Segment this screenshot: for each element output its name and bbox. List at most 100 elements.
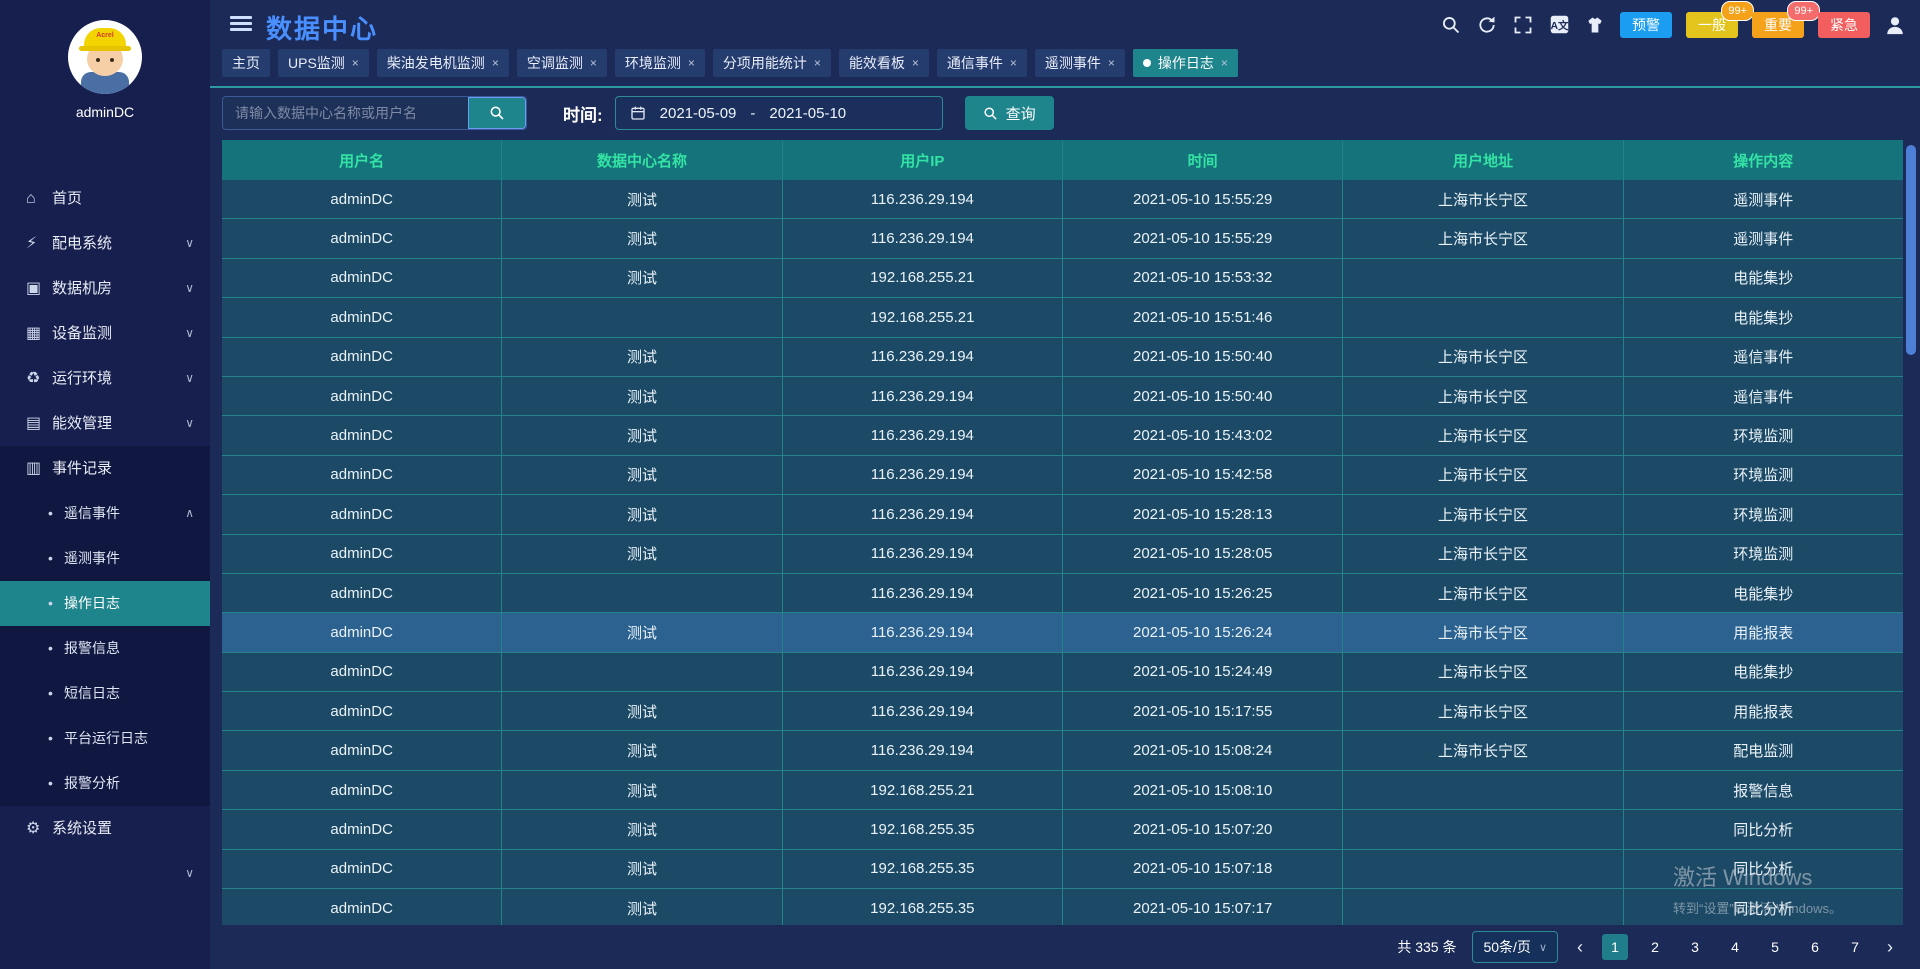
tab-柴油发电机监测[interactable]: 柴油发电机监测× — [377, 49, 509, 77]
page-button-1[interactable]: 1 — [1602, 934, 1628, 960]
next-page-button[interactable]: › — [1878, 937, 1902, 958]
table-cell: 测试 — [502, 416, 782, 454]
page-button-2[interactable]: 2 — [1642, 934, 1668, 960]
submenu-item-遥测事件[interactable]: •遥测事件 — [0, 536, 210, 581]
table-cell: 2021-05-10 15:07:17 — [1063, 889, 1343, 925]
sidebar-item-事件记录[interactable]: ▥事件记录∧ — [0, 446, 210, 491]
submenu-item-报警信息[interactable]: •报警信息 — [0, 626, 210, 671]
submenu-item-报警分析[interactable]: •报警分析 — [0, 761, 210, 806]
close-tab-icon[interactable]: × — [688, 49, 695, 77]
count-pill: 99+ — [1721, 1, 1754, 21]
table-row[interactable]: adminDC测试116.236.29.1942021-05-10 15:28:… — [222, 495, 1903, 534]
search-icon[interactable] — [1440, 14, 1462, 36]
search-input[interactable] — [223, 97, 468, 129]
table-row[interactable]: adminDC测试116.236.29.1942021-05-10 15:17:… — [222, 692, 1903, 731]
table-cell: adminDC — [222, 456, 502, 494]
table-row[interactable]: adminDC测试116.236.29.1942021-05-10 15:50:… — [222, 377, 1903, 416]
table-row[interactable]: adminDC测试192.168.255.352021-05-10 15:07:… — [222, 889, 1903, 925]
sidebar-item-配电系统[interactable]: ⚡配电系统∨ — [0, 221, 210, 266]
alert-badge-important[interactable]: 重要99+ — [1752, 12, 1804, 38]
table-row[interactable]: adminDC测试192.168.255.212021-05-10 15:53:… — [222, 259, 1903, 298]
collapse-menu-icon[interactable] — [230, 16, 252, 32]
page-button-5[interactable]: 5 — [1762, 934, 1788, 960]
sidebar-item-首页[interactable]: ⌂首页∨ — [0, 176, 210, 221]
sidebar-item-label: 系统设置 — [52, 820, 112, 837]
tab-主页[interactable]: 主页 — [222, 49, 270, 77]
table-cell: 2021-05-10 15:26:25 — [1063, 574, 1343, 612]
alert-badge-general[interactable]: 一般99+ — [1686, 12, 1738, 38]
table-cell: 电能集抄 — [1624, 653, 1903, 691]
table-row[interactable]: adminDC116.236.29.1942021-05-10 15:24:49… — [222, 653, 1903, 692]
tab-操作日志[interactable]: 操作日志× — [1133, 49, 1238, 77]
close-tab-icon[interactable]: × — [1010, 49, 1017, 77]
user-icon[interactable] — [1884, 14, 1906, 36]
tab-UPS监测[interactable]: UPS监测× — [278, 49, 369, 77]
table-cell: 116.236.29.194 — [783, 692, 1063, 730]
submenu-item-操作日志[interactable]: •操作日志 — [0, 581, 210, 626]
page-button-3[interactable]: 3 — [1682, 934, 1708, 960]
submenu-item-平台运行日志[interactable]: •平台运行日志 — [0, 716, 210, 761]
table-row[interactable]: adminDC测试116.236.29.1942021-05-10 15:08:… — [222, 731, 1903, 770]
close-tab-icon[interactable]: × — [352, 49, 359, 77]
tab-空调监测[interactable]: 空调监测× — [517, 49, 607, 77]
tab-分项用能统计[interactable]: 分项用能统计× — [713, 49, 831, 77]
table-cell — [1343, 771, 1623, 809]
tab-环境监测[interactable]: 环境监测× — [615, 49, 705, 77]
sidebar-item-系统设置[interactable]: ⚙系统设置∨ — [0, 806, 210, 851]
sidebar-item-数据机房[interactable]: ▣数据机房∨ — [0, 266, 210, 311]
table-cell: 上海市长宁区 — [1343, 731, 1623, 769]
page-button-7[interactable]: 7 — [1842, 934, 1868, 960]
table-row[interactable]: adminDC测试192.168.255.212021-05-10 15:08:… — [222, 771, 1903, 810]
table-row[interactable]: adminDC测试116.236.29.1942021-05-10 15:26:… — [222, 613, 1903, 652]
table-row[interactable]: adminDC测试192.168.255.352021-05-10 15:07:… — [222, 850, 1903, 889]
search-submit-button[interactable] — [468, 97, 526, 129]
theme-icon[interactable] — [1584, 14, 1606, 36]
table-row[interactable]: adminDC测试116.236.29.1942021-05-10 15:42:… — [222, 456, 1903, 495]
scrollbar-thumb[interactable] — [1906, 145, 1916, 355]
column-header-用户IP: 用户IP — [783, 140, 1063, 180]
table-row[interactable]: adminDC测试192.168.255.352021-05-10 15:07:… — [222, 810, 1903, 849]
close-tab-icon[interactable]: × — [814, 49, 821, 77]
table-row[interactable]: adminDC测试116.236.29.1942021-05-10 15:28:… — [222, 535, 1903, 574]
tab-通信事件[interactable]: 通信事件× — [937, 49, 1027, 77]
column-header-用户名: 用户名 — [222, 140, 502, 180]
close-tab-icon[interactable]: × — [590, 49, 597, 77]
fullscreen-icon[interactable] — [1512, 14, 1534, 36]
sidebar-item-能效管理[interactable]: ▤能效管理∨ — [0, 401, 210, 446]
translate-icon[interactable]: A文 — [1548, 14, 1570, 36]
date-range-picker[interactable]: 2021-05-09 - 2021-05-10 — [615, 96, 943, 130]
tab-遥测事件[interactable]: 遥测事件× — [1035, 49, 1125, 77]
table-cell: 2021-05-10 15:55:29 — [1063, 219, 1343, 257]
submenu-item-遥信事件[interactable]: •遥信事件 — [0, 491, 210, 536]
submenu-item-短信日志[interactable]: •短信日志 — [0, 671, 210, 716]
server-room-icon: ▣ — [26, 266, 52, 311]
vertical-scrollbar[interactable] — [1906, 140, 1918, 925]
prev-page-button[interactable]: ‹ — [1568, 937, 1592, 958]
refresh-icon[interactable] — [1476, 14, 1498, 36]
table-row[interactable]: adminDC116.236.29.1942021-05-10 15:26:25… — [222, 574, 1903, 613]
close-tab-icon[interactable]: × — [1108, 49, 1115, 77]
sidebar-item-设备监测[interactable]: ▦设备监测∨ — [0, 311, 210, 356]
device-monitor-icon: ▦ — [26, 311, 52, 356]
page-button-6[interactable]: 6 — [1802, 934, 1828, 960]
table-row[interactable]: adminDC测试116.236.29.1942021-05-10 15:55:… — [222, 219, 1903, 258]
table-row[interactable]: adminDC测试116.236.29.1942021-05-10 15:50:… — [222, 338, 1903, 377]
tab-label: 主页 — [232, 49, 260, 77]
table-row[interactable]: adminDC测试116.236.29.1942021-05-10 15:43:… — [222, 416, 1903, 455]
table-cell: 上海市长宁区 — [1343, 219, 1623, 257]
close-tab-icon[interactable]: × — [1221, 49, 1228, 77]
query-button[interactable]: 查询 — [965, 96, 1054, 130]
close-tab-icon[interactable]: × — [492, 49, 499, 77]
table-row[interactable]: adminDC测试116.236.29.1942021-05-10 15:55:… — [222, 180, 1903, 219]
alert-badge-warning[interactable]: 预警 — [1620, 12, 1672, 38]
alert-badge-urgent[interactable]: 紧急 — [1818, 12, 1870, 38]
page-button-4[interactable]: 4 — [1722, 934, 1748, 960]
avatar[interactable]: Acrel — [68, 20, 142, 94]
sidebar-item-运行环境[interactable]: ♻运行环境∨ — [0, 356, 210, 401]
table-cell: adminDC — [222, 810, 502, 848]
close-tab-icon[interactable]: × — [912, 49, 919, 77]
tab-能效看板[interactable]: 能效看板× — [839, 49, 929, 77]
page-size-select[interactable]: 50条/页 ∨ — [1472, 931, 1558, 963]
table-row[interactable]: adminDC192.168.255.212021-05-10 15:51:46… — [222, 298, 1903, 337]
settings-icon: ⚙ — [26, 806, 52, 851]
